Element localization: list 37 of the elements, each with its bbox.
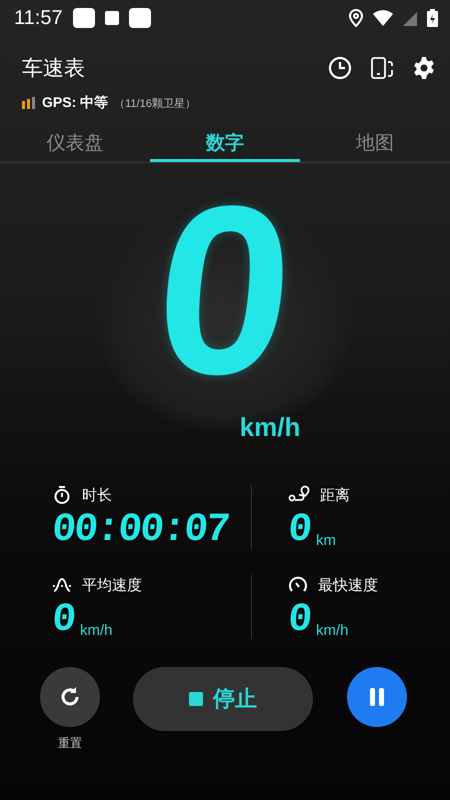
status-time: 11:57 [14,6,63,30]
app-title: 车速表 [22,56,85,82]
stat-value: 0 [286,513,312,549]
notification-icon [104,11,119,25]
stat-label: 时长 [82,486,112,504]
stat-value: 00:00:07 [50,513,230,549]
stat-label: 平均速度 [82,576,142,594]
speed-value: 0 [150,190,300,390]
settings-icon[interactable] [412,56,436,80]
satellite-count: （11/16颗卫星） [114,96,196,110]
stat-unit: km [316,532,336,549]
notification-icon [72,8,95,28]
stat-label: 距离 [320,486,350,504]
stat-value: 0 [286,603,312,639]
pause-icon [369,688,385,706]
speed-unit: km/h [240,412,300,443]
clock-icon[interactable] [328,56,352,80]
stop-button[interactable]: 停止 [133,667,313,731]
tab[interactable]: 仪表盘 [0,128,150,162]
location-icon [349,9,363,27]
stat-unit: km/h [316,622,349,639]
wave-icon [52,575,72,595]
notification-icon [128,8,151,28]
reset-label: 重置 [58,735,82,752]
stat-value: 0 [50,603,76,639]
stopwatch-icon [52,485,72,505]
tab[interactable]: 地图 [300,128,450,162]
stat-unit: km/h [80,622,113,639]
tab[interactable]: 数字 [150,128,300,162]
stop-icon [189,692,203,706]
signal-bars-icon [22,97,36,109]
battery-icon [427,9,438,27]
stat-label: 最快速度 [318,576,378,594]
signal-icon [403,10,417,26]
gps-status: GPS: 中等 [42,94,108,112]
wifi-icon [373,10,393,26]
phone-rotate-icon[interactable] [370,56,394,80]
